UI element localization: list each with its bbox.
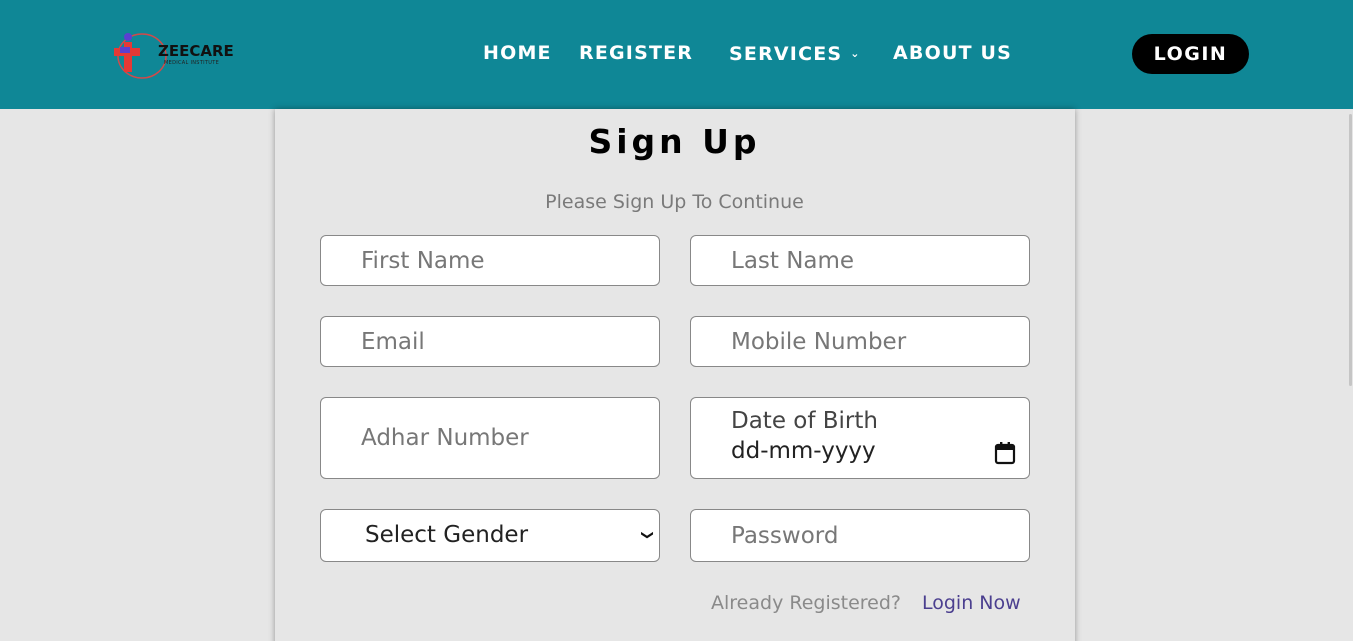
calendar-icon[interactable] xyxy=(994,441,1016,465)
nav-home[interactable]: HOME xyxy=(483,42,552,64)
gender-selected-value: Select Gender xyxy=(365,522,529,548)
date-of-birth-value[interactable]: dd-mm-yyyy xyxy=(731,438,876,464)
gender-select[interactable]: Select Gender ❯ xyxy=(320,509,660,562)
navbar: ZEECARE MEDICAL INSTITUTE HOME REGISTER … xyxy=(0,0,1353,109)
nav-register[interactable]: REGISTER xyxy=(579,42,693,64)
nav-services-label: SERVICES xyxy=(729,43,843,65)
adhar-number-input[interactable] xyxy=(320,397,660,479)
zeecare-logo[interactable]: ZEECARE MEDICAL INSTITUTE xyxy=(112,28,242,82)
logo-text: ZEECARE xyxy=(158,42,234,60)
scrollbar-thumb[interactable] xyxy=(1349,114,1352,386)
already-registered-text: Already Registered? xyxy=(711,592,901,614)
page-subtitle: Please Sign Up To Continue xyxy=(545,191,804,213)
chevron-down-icon: ❯ xyxy=(640,529,655,541)
email-input[interactable] xyxy=(320,316,660,367)
login-now-link[interactable]: Login Now xyxy=(922,592,1021,614)
first-name-input[interactable] xyxy=(320,235,660,286)
nav-about-us[interactable]: ABOUT US xyxy=(893,42,1012,64)
login-button[interactable]: LOGIN xyxy=(1132,34,1249,74)
date-of-birth-field[interactable]: Date of Birth dd-mm-yyyy xyxy=(690,397,1030,479)
last-name-input[interactable] xyxy=(690,235,1030,286)
nav-services[interactable]: SERVICES ⌄ xyxy=(729,43,861,65)
date-of-birth-label: Date of Birth xyxy=(731,408,878,434)
mobile-number-input[interactable] xyxy=(690,316,1030,367)
logo-subtext: MEDICAL INSTITUTE xyxy=(164,60,220,66)
page-title: Sign Up xyxy=(588,122,761,161)
password-input[interactable] xyxy=(690,509,1030,562)
chevron-down-icon: ⌄ xyxy=(850,47,861,60)
